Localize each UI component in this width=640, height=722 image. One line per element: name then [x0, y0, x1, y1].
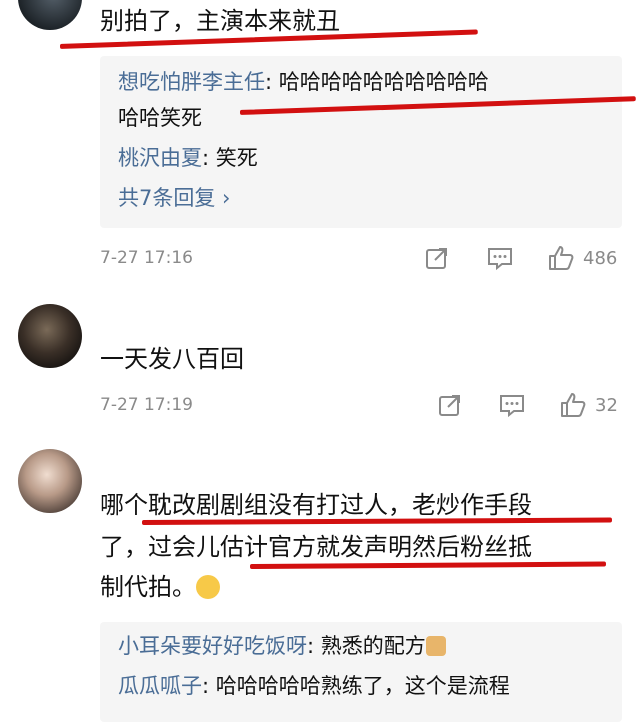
- comment-icon: [488, 248, 512, 271]
- comment-icon: [500, 395, 524, 418]
- reply-separator: :: [265, 70, 273, 94]
- reply-button[interactable]: [486, 245, 514, 271]
- reply-box: 想吃怕胖李主任: 哈哈哈哈哈哈哈哈哈哈 哈哈笑死 桃沢由夏: 笑死 共7条回复 …: [100, 56, 622, 228]
- doge-emoji-icon: [425, 636, 446, 656]
- thumbs-up-icon: [561, 393, 586, 417]
- comment-text-line: 制代拍。: [100, 566, 220, 608]
- share-button[interactable]: [437, 392, 463, 418]
- reply-separator: :: [202, 674, 210, 698]
- comment-text: 制代拍。: [100, 573, 196, 601]
- reply-username[interactable]: 想吃怕胖李主任: [118, 70, 265, 94]
- reply-item[interactable]: 瓜瓜呱子: 哈哈哈哈哈熟练了，这个是流程: [118, 666, 510, 706]
- reply-item[interactable]: 桃沢由夏: 笑死: [118, 138, 258, 178]
- reply-item[interactable]: 想吃怕胖李主任: 哈哈哈哈哈哈哈哈哈哈: [118, 62, 489, 102]
- reply-text-continued: 哈哈笑死: [118, 106, 202, 130]
- avatar[interactable]: [18, 0, 82, 30]
- shush-emoji-icon: [196, 575, 220, 599]
- like-button[interactable]: 32: [559, 391, 618, 419]
- like-count: 32: [595, 394, 618, 416]
- share-icon: [426, 248, 447, 269]
- thumbs-up-icon: [549, 246, 574, 270]
- reply-username[interactable]: 小耳朵要好好吃饭呀: [118, 634, 307, 658]
- reply-username[interactable]: 桃沢由夏: [118, 146, 202, 170]
- avatar[interactable]: [18, 304, 82, 368]
- reply-username[interactable]: 瓜瓜呱子: [118, 674, 202, 698]
- reply-button[interactable]: [498, 392, 526, 418]
- share-button[interactable]: [424, 245, 450, 271]
- share-icon: [439, 395, 460, 416]
- reply-text: 哈哈哈哈哈哈哈哈哈哈: [278, 70, 489, 94]
- avatar[interactable]: [18, 449, 82, 513]
- reply-separator: :: [202, 146, 210, 170]
- reply-text: 哈哈哈哈哈熟练了，这个是流程: [215, 674, 510, 698]
- reply-box: 小耳朵要好好吃饭呀: 熟悉的配方 瓜瓜呱子: 哈哈哈哈哈熟练了，这个是流程: [100, 622, 622, 722]
- reply-text: 笑死: [215, 146, 258, 170]
- comment-text: 一天发八百回: [100, 345, 244, 373]
- comment-timestamp: 7-27 17:16: [100, 248, 193, 268]
- view-more-replies-link[interactable]: 共7条回复 ›: [118, 178, 230, 218]
- reply-item[interactable]: 小耳朵要好好吃饭呀: 熟悉的配方: [118, 626, 446, 666]
- like-count: 486: [583, 247, 618, 269]
- reply-text: 熟悉的配方: [320, 634, 426, 658]
- like-button[interactable]: 486: [547, 244, 617, 272]
- reply-separator: :: [307, 634, 315, 658]
- comment-timestamp: 7-27 17:19: [100, 395, 193, 415]
